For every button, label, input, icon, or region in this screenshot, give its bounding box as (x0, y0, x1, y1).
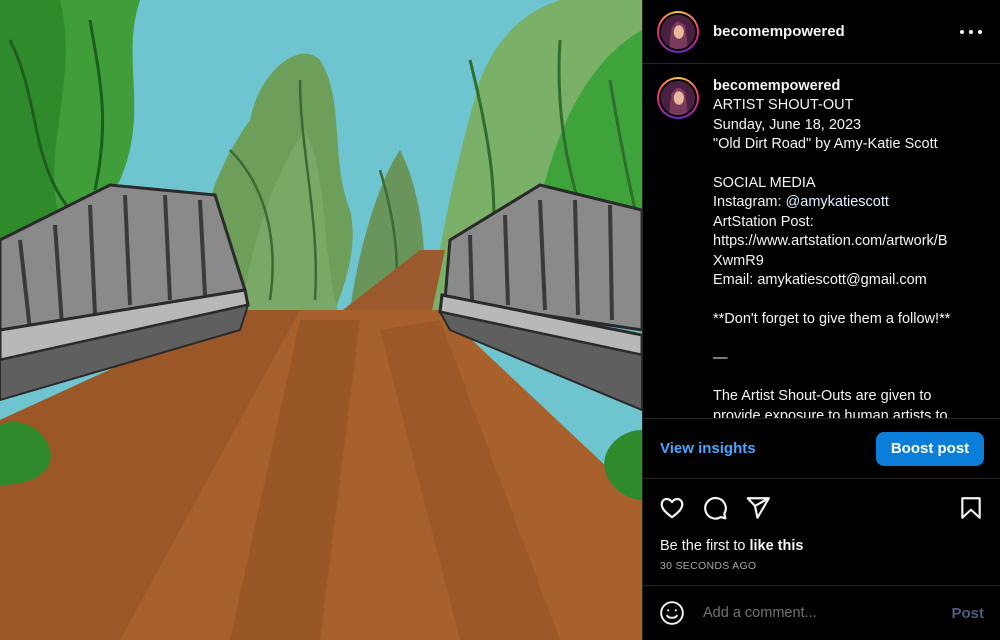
instagram-mention-link[interactable]: @amykatiescott (786, 194, 889, 210)
likes-summary: Be the first to like this (660, 538, 803, 554)
caption-line: Email: amykatiescott@gmail.com (713, 272, 927, 289)
boost-post-button[interactable]: Boost post (876, 431, 984, 466)
more-dot (978, 30, 982, 34)
caption-line-instagram: Instagram: @amykatiescott (713, 193, 985, 212)
header-username[interactable]: becomempowered (713, 23, 845, 40)
more-dot (960, 30, 964, 34)
comment-bar: Post (643, 585, 1000, 640)
view-insights-link[interactable]: View insights (660, 440, 756, 457)
caption-line: provide exposure to human artists to (713, 407, 948, 418)
caption-line (713, 329, 985, 348)
bookmark-icon[interactable] (958, 495, 984, 521)
caption-line: The Artist Shout-Outs are given to (713, 388, 932, 405)
more-options-icon[interactable] (960, 22, 982, 42)
caption-line: ARTIST SHOUT-OUT (713, 97, 854, 114)
comment-input[interactable] (703, 605, 942, 621)
avatar-portrait-icon (661, 81, 695, 115)
share-icon[interactable] (745, 495, 771, 521)
action-bar (659, 490, 984, 526)
caption-avatar[interactable] (657, 77, 699, 119)
caption-line (713, 155, 985, 174)
caption-scroll-area[interactable]: becomempowered ARTIST SHOUT-OUT Sunday, … (643, 65, 1000, 418)
caption-text: becomempowered ARTIST SHOUT-OUT Sunday, … (713, 77, 985, 418)
emoji-icon[interactable] (659, 600, 685, 626)
more-dot (969, 30, 973, 34)
like-this-link[interactable]: like this (749, 538, 803, 554)
caption-line: XwmR9 (713, 252, 764, 269)
caption-line: **Don't forget to give them a follow!** (713, 310, 951, 327)
insights-bar: View insights Boost post (643, 418, 1000, 479)
caption-line (713, 290, 985, 309)
caption-line: ArtStation Post: (713, 213, 814, 230)
caption-username[interactable]: becomempowered (713, 77, 985, 96)
post-comment-button[interactable]: Post (951, 605, 984, 622)
artwork-old-dirt-road (0, 0, 642, 640)
caption-line: "Old Dirt Road" by Amy-Katie Scott (713, 136, 938, 153)
instagram-label: Instagram: (713, 194, 786, 211)
header-avatar[interactable] (657, 10, 699, 53)
heart-icon[interactable] (659, 495, 685, 521)
likes-prefix: Be the first to (660, 538, 750, 554)
caption-line: Sunday, June 18, 2023 (713, 116, 862, 133)
post-header: becomempowered (643, 0, 1000, 64)
post-timestamp[interactable]: 30 seconds ago (660, 560, 756, 572)
caption-line: — (713, 349, 728, 366)
caption-line (713, 368, 985, 387)
avatar-portrait-icon (661, 14, 695, 49)
post-image[interactable] (0, 0, 642, 640)
caption-line: SOCIAL MEDIA (713, 175, 816, 192)
post-side-panel: becomempowered becomempowered ARTIST SHO… (642, 0, 1000, 640)
comment-icon[interactable] (702, 495, 728, 521)
caption-line: https://www.artstation.com/artwork/B (713, 233, 948, 250)
caption-row: becomempowered ARTIST SHOUT-OUT Sunday, … (643, 65, 1000, 418)
